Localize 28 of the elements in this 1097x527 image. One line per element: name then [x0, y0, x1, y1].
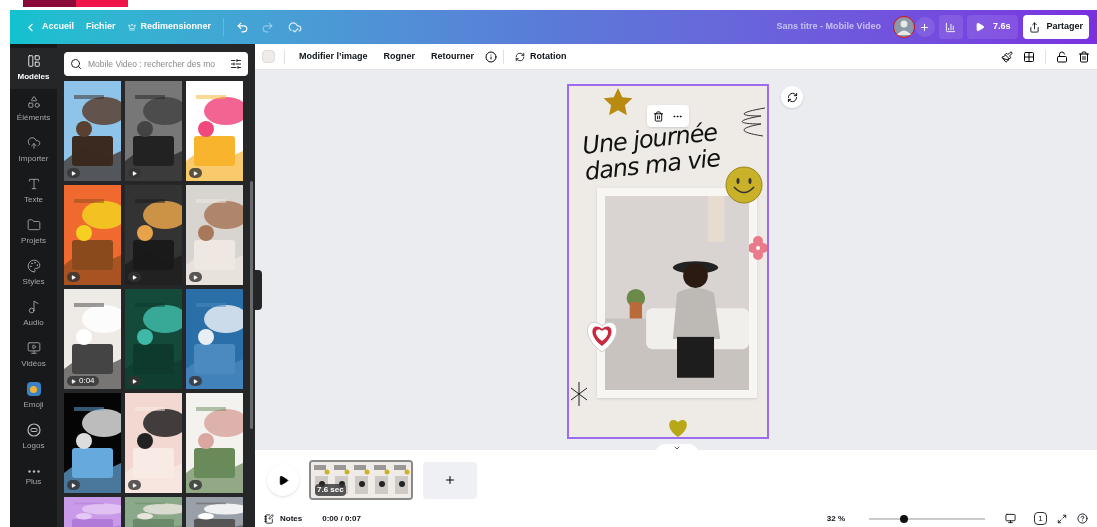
toolbar-button[interactable]: Retourner [426, 46, 480, 67]
playback-time: 0:00 / 0:07 [322, 512, 361, 525]
search-field[interactable]: Mobile Video : rechercher des mo [88, 57, 224, 71]
design-heading: Une journée dans ma vie [580, 119, 722, 185]
rail-item[interactable]: Logos [10, 417, 57, 458]
share-button[interactable]: Partager [1023, 15, 1089, 39]
rail-item[interactable]: Éléments [10, 89, 57, 130]
clip-duration: 7.6 sec [315, 484, 346, 496]
zoom-percentage[interactable]: 32 % [826, 512, 845, 525]
rail-item[interactable]: Texte [10, 171, 57, 212]
rail-item[interactable]: Projets [10, 212, 57, 253]
rail-item[interactable]: Emoji [10, 376, 57, 417]
toolbar-button[interactable]: Rotation [510, 46, 572, 67]
rail-item[interactable]: Modèles [10, 48, 57, 89]
toolbar-button[interactable]: Rogner [378, 46, 420, 67]
design-page[interactable]: Une journée dans ma vie [567, 84, 769, 439]
page-count[interactable]: 1 [1034, 512, 1047, 525]
rail-item[interactable]: Importer [10, 130, 57, 171]
notes-label[interactable]: Notes [280, 512, 303, 525]
rail-item[interactable]: Plus [10, 458, 57, 499]
toolbar-button[interactable]: Modifier l’image [294, 46, 373, 67]
play-button[interactable]: 7.6s [966, 15, 1019, 39]
timeline-clip[interactable]: 7.6 sec [309, 460, 413, 500]
search-bar[interactable]: Mobile Video : rechercher des mo [64, 52, 248, 76]
video-duration: 0:04 [79, 375, 95, 387]
rail-item[interactable]: Vidéos [10, 335, 57, 376]
rail-item[interactable]: Audio [10, 294, 57, 335]
rail-item[interactable]: Styles [10, 253, 57, 294]
